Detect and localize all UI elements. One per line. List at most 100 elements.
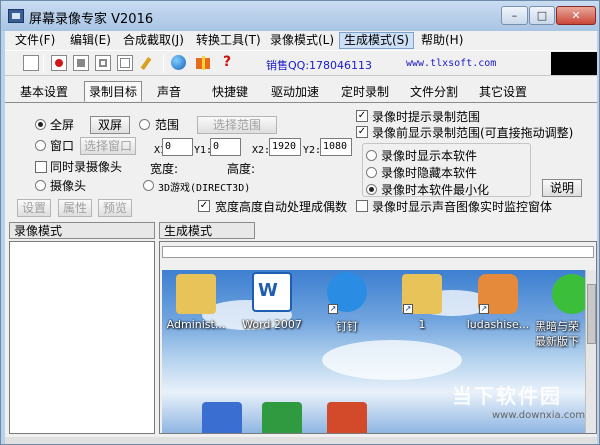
- y2-input[interactable]: 1080: [320, 138, 352, 156]
- title-bar: 屏幕录像专家 V2016 – □ ✕: [1, 1, 599, 31]
- partial-icon: [327, 402, 367, 433]
- tab-file-split[interactable]: 文件分割: [405, 81, 463, 102]
- shortcut-arrow-icon: ↗: [328, 304, 338, 314]
- pen-icon[interactable]: [140, 55, 157, 71]
- window-icon[interactable]: [117, 55, 133, 71]
- new-file-icon[interactable]: [23, 55, 39, 71]
- radio-3d-game[interactable]: [143, 180, 154, 191]
- radio-display-software[interactable]: [366, 150, 377, 161]
- scrollbar-thumb[interactable]: [587, 284, 596, 344]
- dual-screen-button[interactable]: 双屏: [90, 116, 130, 134]
- y1-input[interactable]: 0: [210, 138, 241, 156]
- preview-scrollbar[interactable]: [585, 270, 596, 433]
- tab-driver-accel[interactable]: 驱动加速: [266, 81, 324, 102]
- y2-label: Y2:: [303, 145, 322, 156]
- tab-record-target[interactable]: 录制目标: [84, 81, 142, 102]
- auto-even-label: 宽度高度自动处理成偶数: [215, 200, 348, 214]
- radio-window[interactable]: [35, 140, 46, 151]
- select-range-button[interactable]: 选择范围: [197, 116, 277, 134]
- user-folder-icon[interactable]: [176, 274, 216, 314]
- x2-input[interactable]: 1920: [269, 138, 301, 156]
- minimize-button[interactable]: –: [501, 6, 528, 25]
- fullscreen-label: 全屏: [50, 118, 75, 132]
- menu-convert[interactable]: 转换工具(T): [192, 32, 265, 49]
- record-icon[interactable]: [51, 55, 67, 71]
- menu-bar: 文件(F) 编辑(E) 合成截取(J) 转换工具(T) 录像模式(L) 生成模式…: [5, 31, 597, 50]
- monitor-window-label: 录像时显示声音图像实时监控窗体: [372, 200, 553, 214]
- generate-mode-header[interactable]: 生成模式: [159, 222, 255, 239]
- bottom-area: 录像模式 生成模式 Administ... W Word 2007 ↗ 钉钉 ↗…: [5, 220, 597, 440]
- desktop-icon-label: Administ...: [166, 318, 226, 331]
- status-bar: [5, 437, 597, 444]
- maximize-button[interactable]: □: [529, 6, 555, 25]
- tab-basic-settings[interactable]: 基本设置: [15, 81, 73, 102]
- radio-hide-software[interactable]: [366, 167, 377, 178]
- hide-software-label: 录像时隐藏本软件: [381, 166, 478, 180]
- desktop-preview: Administ... W Word 2007 ↗ 钉钉 ↗ 1 ↗ ludas…: [162, 270, 596, 433]
- settings-button[interactable]: 设置: [17, 199, 51, 217]
- preview-button[interactable]: 预览: [98, 199, 132, 217]
- desktop-icon-label: 1: [418, 318, 426, 331]
- pause-icon[interactable]: [95, 55, 111, 71]
- select-window-button[interactable]: 选择窗口: [80, 137, 136, 155]
- menu-help[interactable]: 帮助(H): [417, 32, 467, 49]
- word-icon[interactable]: W: [252, 272, 292, 312]
- menu-compose[interactable]: 合成截取(J): [119, 32, 188, 49]
- menu-record-mode[interactable]: 录像模式(L): [266, 32, 338, 49]
- checkbox-monitor-window[interactable]: [356, 200, 368, 212]
- app-icon: [8, 9, 24, 23]
- preview-black-box: [551, 52, 597, 75]
- settings-panel: 基本设置 录制目标 声音 快捷键 驱动加速 定时录制 文件分割 其它设置 全屏 …: [5, 76, 597, 220]
- range-label: 范围: [155, 118, 180, 132]
- menu-file[interactable]: 文件(F): [11, 32, 59, 49]
- desktop-icon-label: 钉钉: [336, 320, 358, 333]
- gift-icon[interactable]: [195, 55, 211, 71]
- checkbox-camera-sync[interactable]: [35, 161, 47, 173]
- record-file-list[interactable]: [9, 241, 155, 434]
- checkbox-show-range[interactable]: ✓: [356, 110, 368, 122]
- display-software-label: 录像时显示本软件: [381, 149, 478, 163]
- desktop-icon-label: ludashise...: [466, 318, 530, 331]
- desktop-icon-label: Word 2007: [242, 318, 302, 331]
- radio-camera[interactable]: [35, 180, 46, 191]
- menu-generate-mode[interactable]: 生成模式(S): [339, 32, 414, 49]
- tab-scheduled-record[interactable]: 定时录制: [336, 81, 394, 102]
- explain-button[interactable]: 说明: [542, 179, 582, 197]
- checkbox-auto-even[interactable]: ✓: [198, 200, 210, 212]
- website-link[interactable]: www.tlxsoft.com: [406, 58, 496, 69]
- preview-timeline[interactable]: [162, 246, 594, 258]
- camera-label: 摄像头: [50, 179, 87, 193]
- radio-fullscreen[interactable]: [35, 119, 46, 130]
- app-window: 屏幕录像专家 V2016 – □ ✕ 文件(F) 编辑(E) 合成截取(J) 转…: [0, 0, 600, 445]
- checkbox-show-range-before[interactable]: ✓: [356, 126, 368, 138]
- tab-hotkeys[interactable]: 快捷键: [207, 81, 253, 102]
- toolbar: ? 销售QQ:178046113 www.tlxsoft.com: [5, 50, 597, 76]
- window-title: 屏幕录像专家 V2016: [29, 12, 154, 27]
- show-range-before-label: 录像前显示录制范围(可直接拖动调整): [372, 126, 574, 140]
- shortcut-arrow-icon: ↗: [403, 304, 413, 314]
- width-label: 宽度:: [150, 162, 179, 176]
- menu-edit[interactable]: 编辑(E): [66, 32, 115, 49]
- toolbar-separator: [43, 54, 44, 73]
- x2-label: X2:: [252, 145, 271, 156]
- watermark-text: 当下软件园: [452, 384, 562, 408]
- cloud: [322, 340, 462, 380]
- tab-other-settings[interactable]: 其它设置: [474, 81, 532, 102]
- excel-icon: [262, 402, 302, 433]
- tab-sound[interactable]: 声音: [152, 81, 186, 102]
- window-label: 窗口: [50, 139, 75, 153]
- x1-input[interactable]: 0: [162, 138, 193, 156]
- radio-range[interactable]: [139, 119, 150, 130]
- shortcut-arrow-icon: ↗: [479, 304, 489, 314]
- stop-icon[interactable]: [73, 55, 89, 71]
- preview-frame: Administ... W Word 2007 ↗ 钉钉 ↗ 1 ↗ ludas…: [159, 241, 597, 434]
- camera-sync-label: 同时录摄像头: [50, 160, 123, 174]
- globe-icon[interactable]: [171, 55, 187, 71]
- properties-button[interactable]: 属性: [58, 199, 92, 217]
- record-mode-header[interactable]: 录像模式: [9, 222, 155, 239]
- close-button[interactable]: ✕: [556, 6, 596, 25]
- help-icon[interactable]: ?: [219, 55, 235, 71]
- minimize-software-label: 录像时本软件最小化: [381, 183, 490, 197]
- partial-icon: [202, 402, 242, 433]
- radio-minimize-software[interactable]: [366, 184, 377, 195]
